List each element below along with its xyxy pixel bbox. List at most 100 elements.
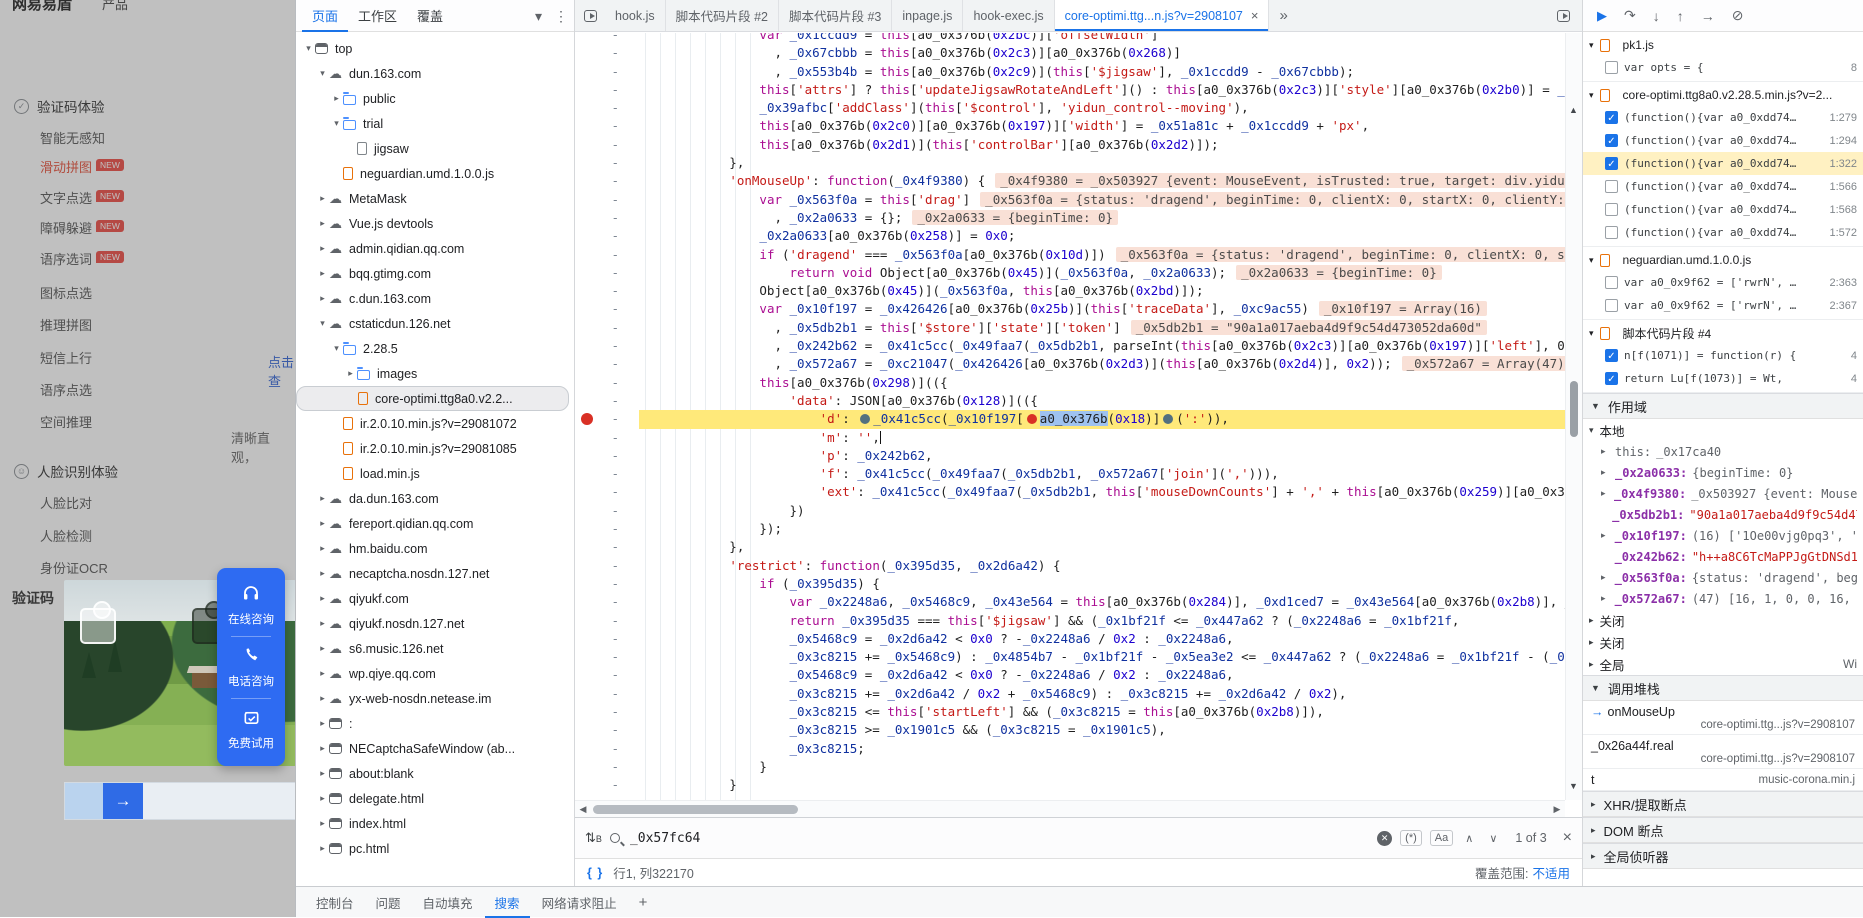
code-text[interactable]: 'restrict': function(_0x395d35, _0x2d6a4…: [639, 557, 1565, 575]
code-text[interactable]: this[a0_0x376b(0x2c0)][a0_0x376b(0x197)]…: [639, 117, 1565, 135]
code-line[interactable]: - , _0x572a67 = _0xc21047(_0x426426[a0_0…: [575, 355, 1565, 373]
code-line[interactable]: - this[a0_0x376b(0x298)](({: [575, 374, 1565, 392]
code-line[interactable]: - _0x39afbc['addClass'](this['$control']…: [575, 99, 1565, 117]
section-DOM 断点[interactable]: ▸DOM 断点: [1583, 817, 1863, 843]
tree-item-yx-web-nosdn.netease.im[interactable]: ▸☁yx-web-nosdn.netease.im: [296, 686, 574, 711]
code-text[interactable]: 'onMouseUp': function(_0x4f9380) {_0x4f9…: [639, 172, 1565, 190]
tree-item-s6.music.126.net[interactable]: ▸☁s6.music.126.net: [296, 636, 574, 661]
code-line[interactable]: - var _0x2248a6, _0x5468c9, _0x43e564 = …: [575, 593, 1565, 611]
code-line[interactable]: - },: [575, 154, 1565, 172]
code-line[interactable]: - 'ext': _0x41c5cc(_0x49faa7(_0x5db2b1, …: [575, 483, 1565, 501]
inline-breakpoint-icon[interactable]: [860, 414, 870, 424]
tree-item-ir.2.0.10.min.js?v=29081085[interactable]: ir.2.0.10.min.js?v=29081085: [296, 436, 574, 461]
code-text[interactable]: },: [639, 538, 1565, 556]
code-text[interactable]: _0x3c8215 += _0x2d6a42 / 0x2 + _0x5468c9…: [639, 685, 1565, 703]
kebab-menu-icon[interactable]: ⋮: [554, 9, 568, 23]
line-gutter[interactable]: -: [575, 81, 639, 99]
scope-variable[interactable]: ▸_0x10f197:(16) ['1Oe00vjg0pq3', '1: [1583, 525, 1863, 546]
drawer-tab-控制台[interactable]: 控制台: [306, 887, 364, 918]
breakpoint-checkbox[interactable]: [1605, 61, 1618, 74]
code-line[interactable]: - }): [575, 502, 1565, 520]
line-gutter[interactable]: -: [575, 703, 639, 721]
code-text[interactable]: var _0x10f197 = _0x426426[a0_0x376b(0x25…: [639, 300, 1565, 318]
inline-breakpoint-icon[interactable]: [1163, 414, 1173, 424]
line-gutter[interactable]: -: [575, 410, 639, 428]
code-line[interactable]: - 'f': _0x41c5cc(_0x49faa7(_0x5db2b1, _0…: [575, 465, 1565, 483]
breakpoint-entry[interactable]: var opts = {8: [1583, 56, 1863, 79]
code-line[interactable]: - var _0x1ccdd9 = this[a0_0x376b(0x2bc)]…: [575, 33, 1565, 44]
code-text[interactable]: 'f': _0x41c5cc(_0x49faa7(_0x5db2b1, _0x5…: [639, 465, 1565, 483]
scope-group-关闭[interactable]: ▸关闭: [1583, 609, 1863, 631]
breakpoint-checkbox[interactable]: [1605, 276, 1618, 289]
code-line[interactable]: - var _0x563f0a = this['drag']_0x563f0a …: [575, 191, 1565, 209]
drawer-tab-问题[interactable]: 问题: [366, 887, 411, 918]
tab-overflow-chevron-icon[interactable]: »: [1269, 0, 1297, 31]
coverage-value[interactable]: 不适用: [1532, 863, 1570, 882]
code-text[interactable]: this[a0_0x376b(0x2d1)](this['controlBar'…: [639, 136, 1565, 154]
clear-search-icon[interactable]: ✕: [1377, 831, 1392, 846]
code-text[interactable]: if ('dragend' === _0x563f0a[a0_0x376b(0x…: [639, 246, 1565, 264]
tree-item-pc.html[interactable]: ▸pc.html: [296, 836, 574, 861]
tree-item-2.28.5[interactable]: ▾2.28.5: [296, 336, 574, 361]
tree-item-NECaptchaSafeWindow (ab...[interactable]: ▸NECaptchaSafeWindow (ab...: [296, 736, 574, 761]
breakpoint-checkbox[interactable]: [1605, 180, 1618, 193]
find-input[interactable]: [628, 830, 1369, 847]
code-line[interactable]: - _0x5468c9 = _0x2d6a42 < 0x0 ? -_0x2248…: [575, 666, 1565, 684]
tree-item-load.min.js[interactable]: load.min.js: [296, 461, 574, 486]
code-text[interactable]: this['attrs'] ? this['updateJigsawRotate…: [639, 81, 1565, 99]
editor-tab-脚本代码片段 #2[interactable]: 脚本代码片段 #2: [666, 0, 779, 31]
breakpoint-entry[interactable]: ✓(function(){var a0_0xdd74…1:279: [1583, 106, 1863, 129]
close-tab-icon[interactable]: ×: [1251, 8, 1259, 23]
breakpoint-entry[interactable]: (function(){var a0_0xdd74…1:568: [1583, 198, 1863, 221]
line-gutter[interactable]: -: [575, 721, 639, 739]
code-text[interactable]: },: [639, 154, 1565, 172]
code-line[interactable]: - this[a0_0x376b(0x2d1)](this['controlBa…: [575, 136, 1565, 154]
scroll-left-arrow-icon[interactable]: ◀: [575, 804, 591, 815]
scroll-down-arrow-icon[interactable]: ▼: [1569, 781, 1578, 791]
line-gutter[interactable]: -: [575, 264, 639, 282]
code-line[interactable]: - Object[a0_0x376b(0x45)](_0x563f0a, thi…: [575, 282, 1565, 300]
breakpoint-checkbox[interactable]: ✓: [1605, 134, 1618, 147]
code-text[interactable]: , _0x572a67 = _0xc21047(_0x426426[a0_0x3…: [639, 355, 1565, 373]
line-gutter[interactable]: -: [575, 593, 639, 611]
tree-item-qiyukf.com[interactable]: ▸☁qiyukf.com: [296, 586, 574, 611]
code-line[interactable]: - },: [575, 538, 1565, 556]
breakpoint-group-header[interactable]: ▾core-optimi.ttg8a0.v2.28.5.min.js?v=2..…: [1583, 84, 1863, 106]
editor-vertical-scrollbar[interactable]: ▲ ▼: [1565, 33, 1582, 800]
code-line[interactable]: - });: [575, 520, 1565, 538]
tree-item-Vue.js devtools[interactable]: ▸☁Vue.js devtools: [296, 211, 574, 236]
code-text[interactable]: });: [639, 520, 1565, 538]
code-line[interactable]: - 'data': JSON[a0_0x376b(0x128)](({: [575, 392, 1565, 410]
open-in-panel-icon[interactable]: [1557, 10, 1570, 22]
code-text[interactable]: , _0x67cbbb = this[a0_0x376b(0x2c3)][a0_…: [639, 44, 1565, 62]
line-gutter[interactable]: -: [575, 337, 639, 355]
regex-toggle[interactable]: (*): [1400, 830, 1422, 846]
scroll-right-arrow-icon[interactable]: ▶: [1549, 804, 1565, 815]
line-gutter[interactable]: -: [575, 612, 639, 630]
code-text[interactable]: return void Object[a0_0x376b(0x45)](_0x5…: [639, 264, 1565, 282]
code-line[interactable]: - var _0x10f197 = _0x426426[a0_0x376b(0x…: [575, 300, 1565, 318]
line-gutter[interactable]: -: [575, 575, 639, 593]
breakpoint-group-header[interactable]: ▾neguardian.umd.1.0.0.js: [1583, 249, 1863, 271]
line-gutter[interactable]: -: [575, 648, 639, 666]
slider-handle[interactable]: →: [103, 783, 143, 819]
code-text[interactable]: var _0x2248a6, _0x5468c9, _0x43e564 = th…: [639, 593, 1565, 611]
line-gutter[interactable]: -: [575, 429, 639, 447]
navigator-toggle-icon[interactable]: [584, 10, 597, 22]
code-line[interactable]: - this[a0_0x376b(0x2c0)][a0_0x376b(0x197…: [575, 117, 1565, 135]
code-text[interactable]: 'p': _0x242b62,: [639, 447, 1565, 465]
line-gutter[interactable]: -: [575, 227, 639, 245]
tree-item-delegate.html[interactable]: ▸delegate.html: [296, 786, 574, 811]
line-gutter[interactable]: -: [575, 355, 639, 373]
line-gutter[interactable]: -: [575, 117, 639, 135]
code-text[interactable]: 'd': _0x41c5cc(_0x10f197[a0_0x376b(0x18)…: [639, 410, 1565, 428]
active-inline-breakpoint-icon[interactable]: [1027, 414, 1037, 424]
tree-item-necaptcha.nosdn.127.net[interactable]: ▸☁necaptcha.nosdn.127.net: [296, 561, 574, 586]
section-全局侦听器[interactable]: ▸全局侦听器: [1583, 843, 1863, 869]
tree-item-dun.163.com[interactable]: ▾☁dun.163.com: [296, 61, 574, 86]
line-gutter[interactable]: -: [575, 685, 639, 703]
tree-item-:[interactable]: ▸:: [296, 711, 574, 736]
line-gutter[interactable]: -: [575, 666, 639, 684]
code-text[interactable]: this[a0_0x376b(0x298)](({: [639, 374, 1565, 392]
code-line[interactable]: - , _0x242b62 = _0x41c5cc(_0x49faa7(_0x5…: [575, 337, 1565, 355]
